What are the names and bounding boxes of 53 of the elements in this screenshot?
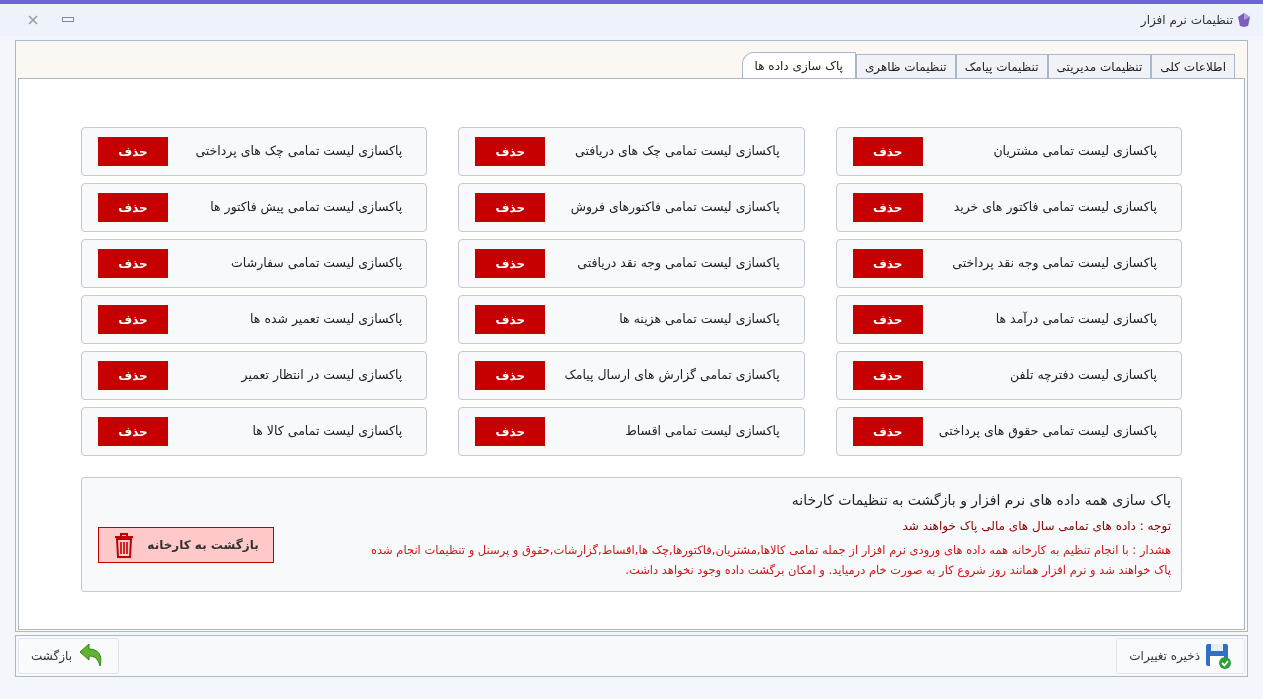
tab[interactable]: تنظیمات ظاهری xyxy=(855,54,956,78)
purge-label: پاکسازی لیست تمامی اقساط xyxy=(625,422,780,441)
purge-label: پاکسازی لیست تمامی چک های پرداختی xyxy=(195,142,403,161)
purge-label: پاکسازی لیست تمامی حقوق های پرداختی xyxy=(938,422,1157,441)
delete-button[interactable]: حذف xyxy=(852,417,923,446)
back-button[interactable]: بازگشت xyxy=(18,638,119,674)
delete-button[interactable]: حذف xyxy=(852,361,923,390)
delete-button[interactable]: حذف xyxy=(852,193,923,222)
purge-label: پاکسازی لیست تمامی فاکتورهای فروش xyxy=(570,198,780,217)
delete-button[interactable]: حذف xyxy=(852,305,923,334)
delete-button[interactable]: حذف xyxy=(98,305,168,334)
delete-button[interactable]: حذف xyxy=(852,137,923,166)
trash-icon xyxy=(113,531,136,558)
purge-label: پاکسازی لیست تمامی وجه نقد پرداختی xyxy=(952,254,1157,273)
reset-note: توجه : داده های تمامی سال های مالی پاک خواهند شد xyxy=(901,517,1171,535)
delete-button[interactable]: حذف xyxy=(475,137,546,166)
purge-label: پاکسازی لیست تمامی سفارشات xyxy=(231,254,403,273)
delete-button[interactable]: حذف xyxy=(852,249,923,278)
tab[interactable]: اطلاعات کلی xyxy=(1151,54,1235,78)
delete-button[interactable]: حذف xyxy=(98,249,168,278)
purge-label: پاکسازی لیست تمامی فاکتور های خرید xyxy=(953,198,1157,217)
floppy-disk-icon xyxy=(1204,642,1232,670)
purge-label: پاکسازی لیست تعمیر شده ها xyxy=(250,310,403,329)
delete-button[interactable]: حذف xyxy=(98,137,168,166)
factory-reset-button[interactable]: بازگشت به کارخانه xyxy=(98,526,274,563)
delete-button[interactable]: حذف xyxy=(475,193,546,222)
reset-warning: هشدار : با انجام تنظیم به کارخانه همه داده های ورودی نرم افزار از جمله تمامی کالاها,مشتریان,فاکتورها,چک ها,اقساط,گزارشات,حقوق و پرسنل و تنظیمات انجام شده پاک خواهند شد و نرم افزار همانند روز شروع کار به صورت خام درمیاید. و امکان برگشت داده وجود نخواهد داشت. xyxy=(370,541,1171,579)
purge-label: پاکسازی لیست تمامی درآمد ها xyxy=(995,310,1157,329)
delete-button[interactable]: حذف xyxy=(98,193,168,222)
gem-icon xyxy=(1237,12,1251,28)
purge-label: پاکسازی لیست دفترچه تلفن xyxy=(1009,366,1157,385)
delete-button[interactable]: حذف xyxy=(475,305,546,334)
delete-button[interactable]: حذف xyxy=(475,249,546,278)
purge-label: پاکسازی لیست تمامی چک های دریافتی xyxy=(575,142,780,161)
tab[interactable]: تنظیمات مدیریتی xyxy=(1047,54,1152,78)
purge-label: پاکسازی لیست تمامی وجه نقد دریافتی xyxy=(577,254,780,273)
purge-label: پاکسازی لیست تمامی پیش فاکتور ها xyxy=(210,198,403,217)
tab[interactable]: پاک سازی داده ها xyxy=(741,52,856,79)
minimize-icon[interactable] xyxy=(62,17,74,23)
close-icon[interactable] xyxy=(28,15,38,25)
reset-heading: پاک سازی همه داده های نرم افزار و بازگشت به تنظیمات کارخانه xyxy=(790,490,1171,511)
save-button[interactable]: ذخیره تغییرات xyxy=(1116,638,1245,674)
tab[interactable]: تنظیمات پیامک xyxy=(955,54,1048,78)
purge-label: پاکسازی لیست در انتظار تعمیر xyxy=(241,366,403,385)
purge-label: پاکسازی تمامی گزارش های ارسال پیامک xyxy=(564,366,780,385)
delete-button[interactable]: حذف xyxy=(475,361,546,390)
delete-button[interactable]: حذف xyxy=(98,417,168,446)
purge-label: پاکسازی لیست تمامی هزینه ها xyxy=(619,310,780,329)
delete-button[interactable]: حذف xyxy=(475,417,546,446)
purge-label: پاکسازی لیست تمامی مشتریان xyxy=(993,142,1157,161)
delete-button[interactable]: حذف xyxy=(98,361,168,390)
window-title: تنظیمات نرم افزار xyxy=(1140,12,1233,29)
purge-label: پاکسازی لیست تمامی کالا ها xyxy=(252,422,403,441)
